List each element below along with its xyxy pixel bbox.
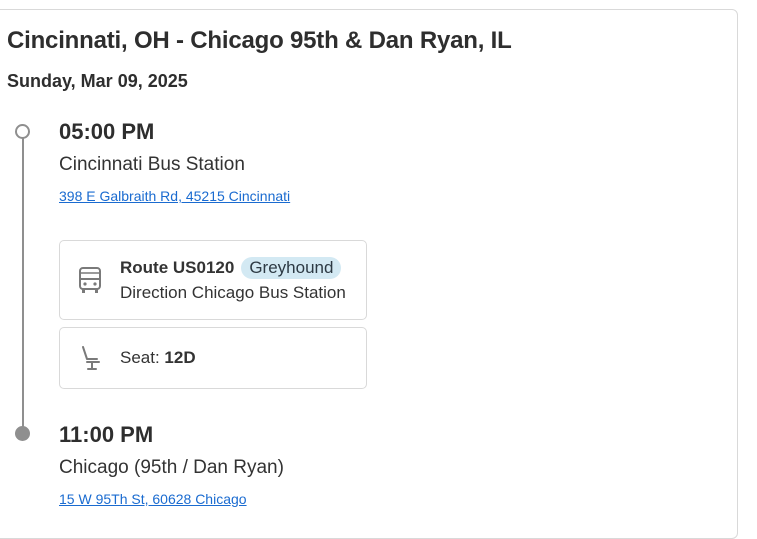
seat-label: Seat: — [120, 348, 165, 367]
route-number: Route US0120 — [120, 258, 235, 277]
arrival-address-link[interactable]: 15 W 95Th St, 60628 Chicago — [59, 491, 247, 507]
seat-text: Seat: 12D — [120, 348, 196, 368]
trip-date: Sunday, Mar 09, 2025 — [7, 71, 188, 91]
arrival-time: 11:00 PM — [59, 422, 154, 447]
timeline-line — [22, 138, 24, 434]
seat-icon — [80, 345, 102, 376]
departure-station: Cincinnati Bus Station — [59, 154, 245, 175]
arrival-marker — [15, 426, 30, 441]
arrival-station: Chicago (95th / Dan Ryan) — [59, 457, 284, 478]
operator-badge: Greyhound — [241, 257, 342, 279]
seat-info-box: Seat: 12D — [59, 327, 367, 389]
departure-marker — [15, 124, 30, 139]
departure-time: 05:00 PM — [59, 119, 155, 144]
bus-icon — [78, 266, 102, 299]
seat-number: 12D — [164, 348, 196, 367]
route-info-box: Route US0120 Greyhound Direction Chicago… — [59, 240, 367, 320]
departure-address-link[interactable]: 398 E Galbraith Rd, 45215 Cincinnati — [59, 188, 290, 204]
trip-title: Cincinnati, OH - Chicago 95th & Dan Ryan… — [7, 27, 512, 54]
route-direction: Direction Chicago Bus Station — [120, 283, 346, 302]
route-line: Route US0120 Greyhound — [120, 257, 342, 279]
